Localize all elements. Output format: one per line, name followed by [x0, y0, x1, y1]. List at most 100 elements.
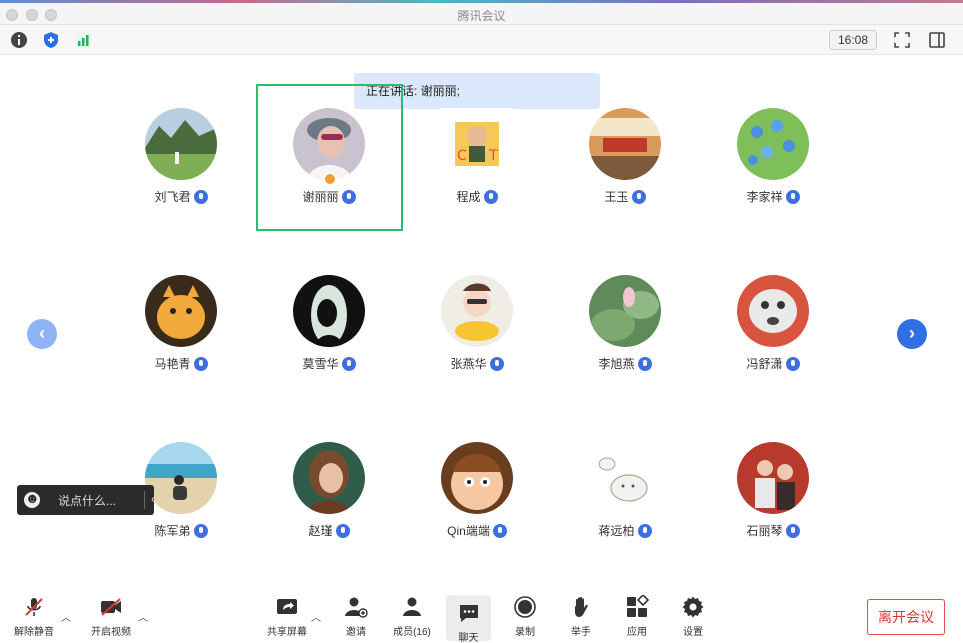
gear-icon — [681, 595, 705, 619]
chevron-right-icon: › — [909, 323, 915, 343]
settings-button[interactable]: 设置 — [670, 595, 716, 641]
participant-name: 谢丽丽 — [302, 190, 339, 204]
avatar — [293, 275, 365, 347]
mic-icon — [483, 189, 498, 204]
top-toolbar: 16:08 — [0, 25, 963, 55]
host-badge-icon — [323, 172, 337, 186]
members-icon — [400, 595, 424, 619]
security-shield-icon[interactable] — [41, 30, 61, 50]
mic-icon — [785, 189, 800, 204]
chat-placeholder[interactable]: 说点什么... — [58, 492, 116, 509]
avatar — [589, 108, 661, 180]
invite-button[interactable]: 邀请 — [333, 595, 379, 641]
avatar — [589, 275, 661, 347]
avatar — [145, 442, 217, 514]
apps-label: 应用 — [627, 627, 647, 638]
participant-name: 莫雪华 — [302, 357, 339, 371]
mic-icon — [193, 523, 208, 538]
divider — [144, 491, 145, 509]
share-options-chevron-icon[interactable]: ︿ — [311, 609, 321, 624]
window-title: 腾讯会议 — [457, 9, 506, 23]
participant-tile[interactable]: 刘飞君 — [107, 108, 255, 238]
avatar — [293, 442, 365, 514]
emoji-icon[interactable] — [24, 490, 40, 508]
participant-tile[interactable]: 张燕华 — [403, 275, 551, 405]
participant-name: 陈军弟 — [154, 524, 191, 538]
participant-tile[interactable]: CT 程成 — [403, 108, 551, 238]
participant-tile[interactable]: 王玉 — [551, 108, 699, 238]
participant-tile[interactable]: 石丽琴 — [699, 442, 847, 572]
participant-tile[interactable]: 李家祥 — [699, 108, 847, 238]
add-user-icon — [344, 595, 368, 619]
participant-tile[interactable]: 莫雪华 — [255, 275, 403, 405]
participant-tile[interactable]: 李旭燕 — [551, 275, 699, 405]
previous-page-button[interactable]: ‹ — [27, 319, 57, 349]
apps-grid-icon — [625, 593, 650, 619]
apps-button[interactable]: 应用 — [614, 593, 660, 641]
members-button[interactable]: 成员(16) — [389, 595, 435, 641]
signal-strength-icon[interactable] — [73, 30, 93, 50]
chat-button[interactable]: 聊天 — [446, 595, 491, 643]
mic-icon — [492, 523, 507, 538]
side-panel-icon[interactable] — [927, 30, 947, 50]
next-page-button[interactable]: › — [897, 319, 927, 349]
members-label: 成员(16) — [393, 627, 431, 638]
avatar — [145, 108, 217, 180]
mic-icon — [637, 523, 652, 538]
participant-name: 赵瑾 — [308, 524, 333, 538]
mic-icon — [637, 356, 652, 371]
participant-tile[interactable]: 马艳青 — [107, 275, 255, 405]
mic-icon — [341, 189, 356, 204]
avatar — [589, 442, 661, 514]
record-label: 录制 — [515, 627, 535, 638]
raise-hand-button[interactable]: 举手 — [558, 595, 604, 641]
share-screen-button[interactable]: 共享屏幕 — [264, 595, 310, 641]
invite-label: 邀请 — [346, 627, 366, 638]
start-video-button[interactable]: 开启视频 — [88, 595, 134, 641]
speaking-names: 谢丽丽; — [420, 84, 461, 98]
chevron-left-icon: ‹ — [39, 323, 45, 343]
start-video-label: 开启视频 — [91, 627, 131, 638]
participant-name: Qin端端 — [447, 524, 490, 538]
participant-name: 张燕华 — [450, 357, 487, 371]
share-screen-icon — [275, 595, 299, 619]
svg-text:C: C — [457, 148, 467, 164]
participant-name: 李家祥 — [746, 190, 783, 204]
mic-icon — [193, 189, 208, 204]
chat-bubble-icon — [457, 601, 481, 625]
mic-icon — [341, 356, 356, 371]
record-icon — [513, 595, 537, 619]
unmute-label: 解除静音 — [14, 627, 54, 638]
participant-name: 程成 — [456, 190, 481, 204]
avatar — [293, 108, 365, 180]
settings-label: 设置 — [683, 627, 703, 638]
video-options-chevron-icon[interactable]: ︿ — [138, 609, 148, 624]
participant-name: 马艳青 — [154, 357, 191, 371]
participant-tile[interactable]: Qin端端 — [403, 442, 551, 572]
participant-tile[interactable]: 蒋远柏 — [551, 442, 699, 572]
audio-options-chevron-icon[interactable]: ︿ — [61, 609, 71, 624]
collapse-chevron-icon[interactable]: ‹ — [151, 491, 155, 506]
avatar — [441, 442, 513, 514]
participant-tile[interactable]: 冯舒潇 — [699, 275, 847, 405]
participant-name: 冯舒潇 — [746, 357, 783, 371]
hand-icon — [569, 595, 593, 619]
mic-muted-icon — [22, 595, 46, 619]
avatar — [145, 275, 217, 347]
fullscreen-icon[interactable] — [892, 30, 912, 50]
mic-icon — [785, 523, 800, 538]
raise-hand-label: 举手 — [571, 627, 591, 638]
chat-quick-input[interactable]: 说点什么... ‹ — [17, 485, 155, 515]
leave-meeting-button[interactable]: 离开会议 — [867, 599, 945, 635]
participant-name: 王玉 — [604, 190, 629, 204]
participant-tile-active[interactable]: 谢丽丽 — [255, 108, 403, 238]
unmute-button[interactable]: 解除静音 — [11, 595, 57, 641]
participant-tile[interactable]: 赵瑾 — [255, 442, 403, 572]
record-button[interactable]: 录制 — [502, 595, 548, 641]
meeting-window: 腾讯会议 16:08 正在讲话: 谢丽丽; 刘飞君 谢丽丽 C T 程成 王玉 … — [0, 0, 963, 643]
mic-icon — [335, 523, 350, 538]
avatar: CT — [441, 108, 513, 180]
bottom-toolbar: 解除静音 ︿ 开启视频 ︿ 共享屏幕 ︿ 邀请 成员(16) 聊天 录制 举手 … — [0, 583, 963, 643]
share-screen-label: 共享屏幕 — [267, 627, 307, 638]
info-icon[interactable] — [9, 30, 29, 50]
